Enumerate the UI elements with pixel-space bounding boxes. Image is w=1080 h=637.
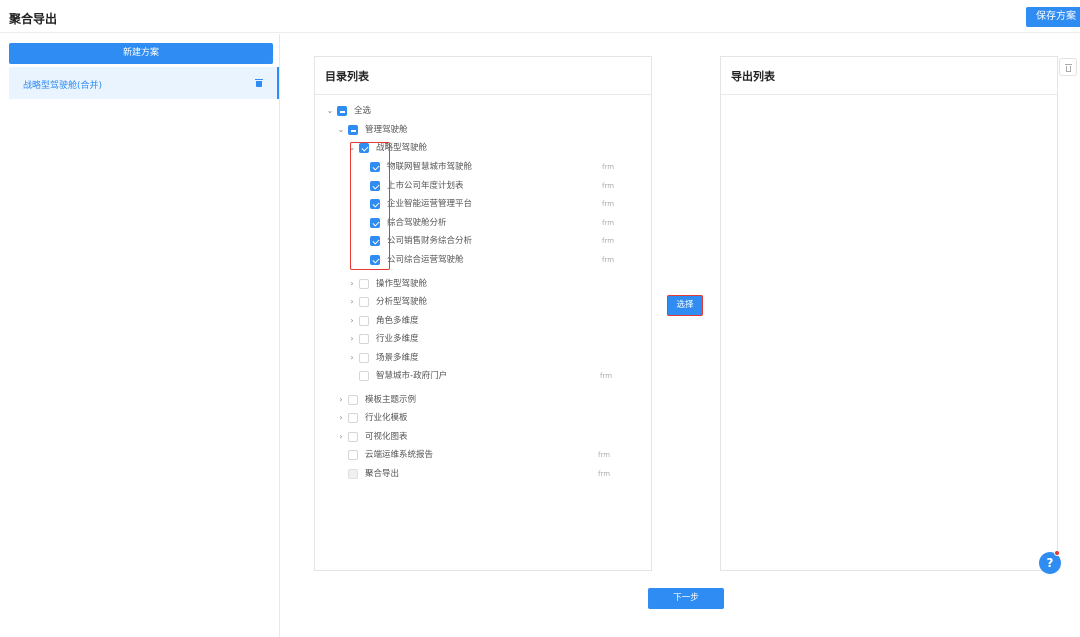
plan-item[interactable]: 战略型驾驶舱(合并) [9,67,279,99]
tree-checkbox[interactable] [337,106,347,116]
tree-checkbox[interactable] [348,413,358,423]
tree-checkbox[interactable] [359,334,369,344]
tree-row-label: 综合驾驶舱分析 [387,218,447,228]
tree-row-label: 企业智能运营管理平台 [387,199,473,209]
clear-export-icon[interactable] [1059,58,1077,76]
chevron-down-icon[interactable]: ⌄ [336,123,346,137]
tree-row[interactable]: ⌄ 管理驾驶舱 [0,123,408,137]
tree-row[interactable]: › 可视化图表 [0,430,408,444]
tree-row-label: 公司销售财务综合分析 [387,236,473,246]
tree-checkbox[interactable] [348,395,358,405]
tree-checkbox[interactable] [348,125,358,135]
tree-row-label: 全选 [354,106,372,116]
new-plan-button[interactable]: 新建方案 [9,43,273,64]
tree-row-label: 智慧城市-政府门户 [376,371,448,381]
tree-row-label: 管理驾驶舱 [365,125,408,135]
tree-checkbox[interactable] [348,450,358,460]
tree-row[interactable]: › 分析型驾驶舱 [0,295,427,309]
directory-panel-title: 目录列表 [325,70,369,83]
tree-checkbox[interactable] [359,316,369,326]
tree-checkbox [348,469,358,479]
delete-plan-icon[interactable] [255,79,263,87]
chevron-right-icon[interactable]: › [347,295,357,309]
tree-checkbox[interactable] [359,279,369,289]
tree-row-label: 行业多维度 [376,334,419,344]
export-panel: 导出列表 [720,56,1058,571]
select-button[interactable]: 选择 [667,295,703,316]
tree-row[interactable]: 聚合导出 frm [0,467,610,481]
chevron-right-icon[interactable]: › [347,314,357,328]
plan-item-label: 战略型驾驶舱(合并) [23,81,103,91]
export-panel-header: 导出列表 [721,57,1057,95]
selection-highlight [350,142,390,270]
file-type-label: frm [602,256,615,264]
tree-row[interactable]: 综合驾驶舱分析 frm [0,216,614,230]
tree-row[interactable]: › 行业多维度 [0,332,419,346]
tree-row[interactable]: 云端运维系统报告 frm [0,448,610,462]
tree-row-label: 模板主题示例 [365,395,417,405]
next-step-button[interactable]: 下一步 [648,588,724,609]
top-bar: 聚合导出 保存方案 [0,0,1080,33]
tree-row-label: 分析型驾驶舱 [376,297,428,307]
tree-row[interactable]: › 场景多维度 [0,351,419,365]
file-type-label: frm [602,163,615,171]
tree-checkbox[interactable] [359,297,369,307]
tree-checkbox[interactable] [359,353,369,363]
tree-row[interactable]: 公司销售财务综合分析 frm [0,234,614,248]
tree-row[interactable]: 企业智能运营管理平台 frm [0,197,614,211]
chevron-right-icon[interactable]: › [336,393,346,407]
file-type-label: frm [602,200,615,208]
chevron-right-icon[interactable]: › [336,411,346,425]
directory-panel-header: 目录列表 [315,57,651,95]
chevron-right-icon[interactable]: › [347,351,357,365]
tree-row[interactable]: › 操作型驾驶舱 [0,277,427,291]
tree-row[interactable]: ⌄ 全选 [0,104,371,118]
file-type-label: frm [600,372,613,380]
chevron-right-icon[interactable]: › [336,430,346,444]
tree-row-label: 角色多维度 [376,316,419,326]
tree-row[interactable]: › 模板主题示例 [0,393,416,407]
tree-row[interactable]: 智慧城市-政府门户 frm [0,369,612,383]
tree-row-label: 公司综合运营驾驶舱 [387,255,464,265]
tree-row[interactable]: 上市公司年度计划表 frm [0,179,614,193]
tree-checkbox[interactable] [359,371,369,381]
tree-checkbox[interactable] [348,432,358,442]
tree-row-label: 聚合导出 [365,469,400,479]
export-panel-title: 导出列表 [731,70,775,83]
tree-row-label: 物联网智慧城市驾驶舱 [387,162,473,172]
tree-row-label: 上市公司年度计划表 [387,181,464,191]
file-type-label: frm [602,219,615,227]
file-type-label: frm [602,182,615,190]
tree-row-label: 云端运维系统报告 [365,450,434,460]
tree-row-label: 行业化模板 [365,413,408,423]
tree-row[interactable]: 物联网智慧城市驾驶舱 frm [0,160,614,174]
notification-dot [1054,550,1060,556]
tree-row-label: 场景多维度 [376,353,419,363]
file-type-label: frm [598,470,611,478]
tree-row[interactable]: › 行业化模板 [0,411,408,425]
tree-row-label: 可视化图表 [365,432,408,442]
tree-row[interactable]: › 角色多维度 [0,314,419,328]
page-title: 聚合导出 [9,12,58,26]
file-type-label: frm [598,451,611,459]
chevron-down-icon[interactable]: ⌄ [325,104,335,118]
tree-row-label: 操作型驾驶舱 [376,279,428,289]
file-type-label: frm [602,237,615,245]
save-plan-button[interactable]: 保存方案 [1026,7,1080,27]
chevron-right-icon[interactable]: › [347,277,357,291]
tree-row[interactable]: 公司综合运营驾驶舱 frm [0,253,614,267]
plan-sidebar: 新建方案 战略型驾驶舱(合并) [0,34,280,637]
tree-row[interactable]: ⌄ 战略型驾驶舱 [0,141,427,155]
chevron-right-icon[interactable]: › [347,332,357,346]
